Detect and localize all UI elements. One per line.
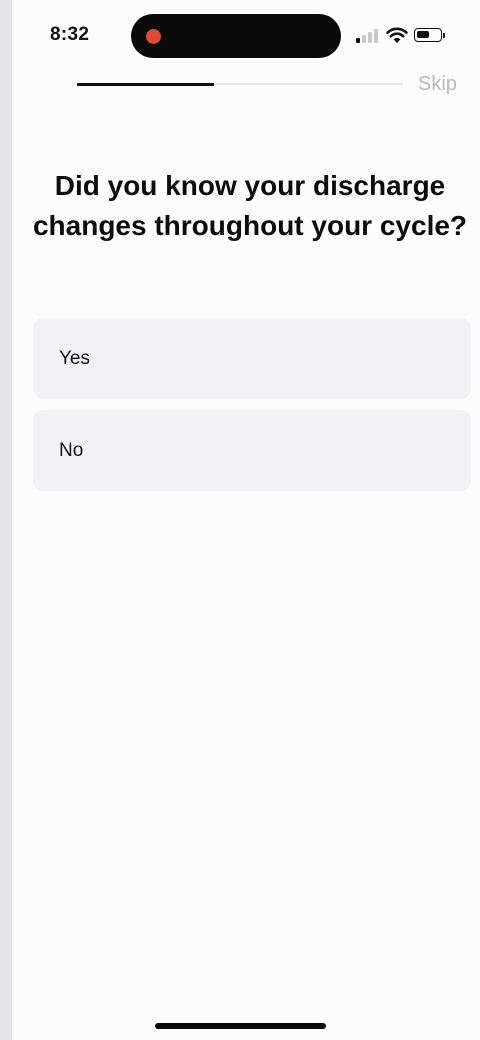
onboarding-progress-bar (77, 82, 403, 86)
cellular-signal-icon (356, 29, 380, 43)
battery-icon (414, 28, 442, 42)
wifi-icon (386, 27, 408, 43)
question-title: Did you know your discharge changes thro… (32, 170, 468, 241)
option-no-label: No (59, 439, 84, 461)
battery-cap (443, 33, 445, 38)
option-no-button[interactable]: No (33, 410, 471, 491)
recording-indicator-icon (146, 29, 161, 44)
status-bar-time: 8:32 (50, 24, 90, 45)
battery-level (417, 31, 430, 38)
dynamic-island (131, 14, 341, 58)
option-yes-button[interactable]: Yes (33, 318, 471, 399)
skip-button[interactable]: Skip (418, 73, 457, 96)
left-edge-strip (0, 0, 12, 1040)
status-bar-icons (356, 26, 452, 46)
home-indicator[interactable] (155, 1023, 326, 1029)
onboarding-progress-fill (77, 82, 214, 86)
option-yes-label: Yes (59, 347, 90, 369)
